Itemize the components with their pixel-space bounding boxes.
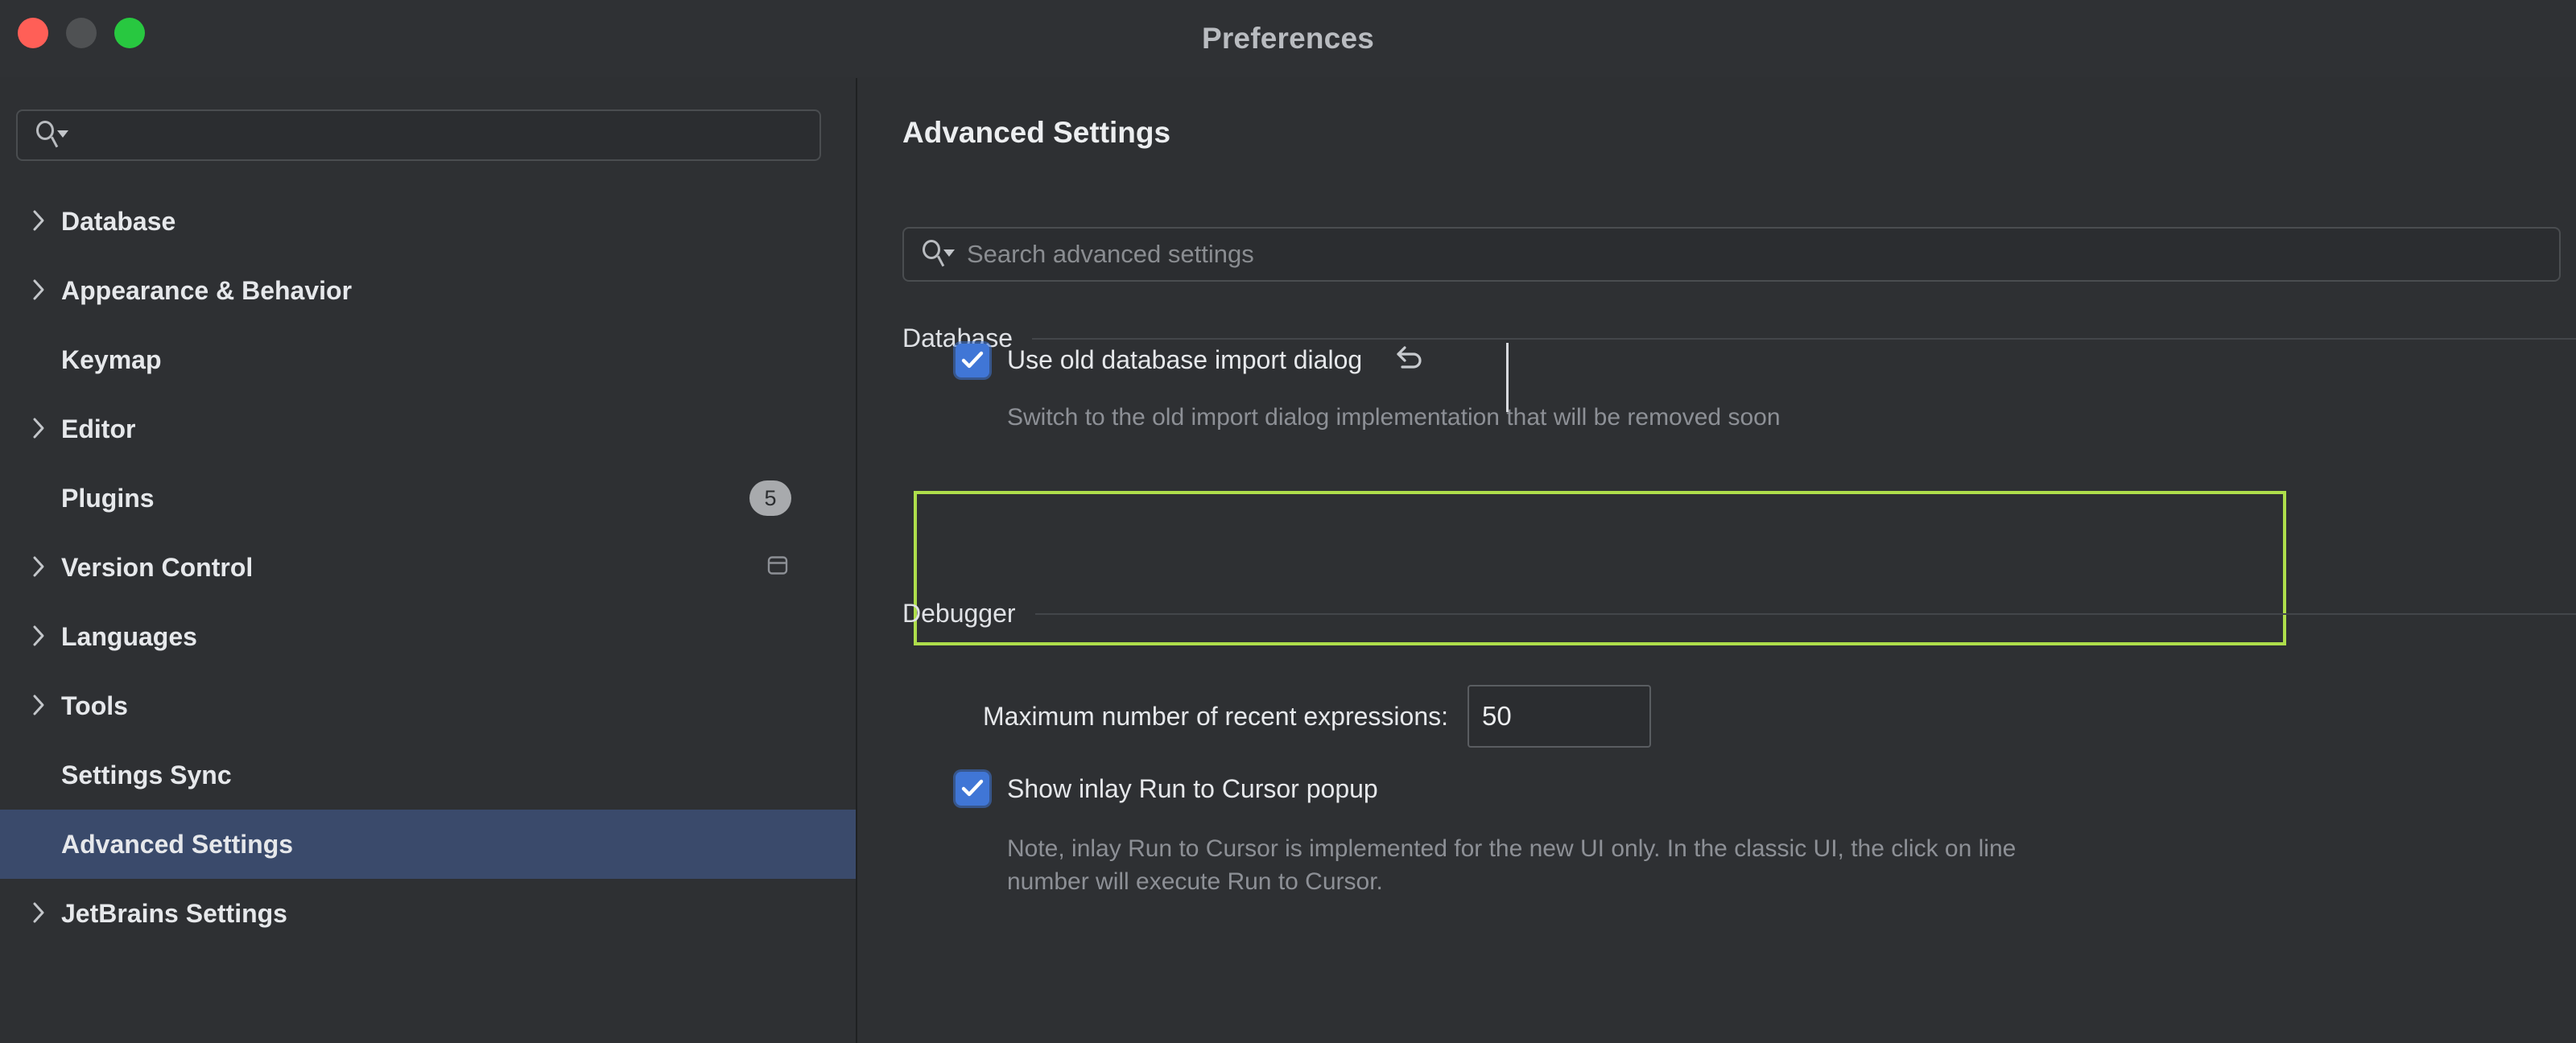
old-import-dialog-checkbox[interactable] — [956, 343, 989, 377]
sidebar-item-label: Tools — [61, 691, 128, 720]
old-import-dialog-label: Use old database import dialog — [1007, 345, 1363, 374]
title-bar: Preferences — [0, 0, 2576, 77]
sidebar-item-label: Database — [61, 206, 176, 236]
inlay-run-to-cursor-description: Note, inlay Run to Cursor is implemented… — [1007, 835, 2017, 895]
inlay-run-to-cursor-label: Show inlay Run to Cursor popup — [1007, 773, 1378, 803]
sidebar-item-label: Editor — [61, 414, 136, 443]
revert-icon[interactable] — [1394, 343, 1426, 377]
settings-sidebar: Database Appearance & Behavior Keymap Ed… — [0, 77, 856, 1043]
sidebar-item-settings-sync[interactable]: Settings Sync — [0, 740, 856, 810]
max-expressions-label: Maximum number of recent expressions: — [983, 701, 1448, 731]
sidebar-item-editor[interactable]: Editor — [0, 394, 856, 464]
sidebar-item-label: Keymap — [61, 344, 162, 374]
old-import-dialog-row[interactable]: Use old database import dialog — [956, 343, 1426, 377]
plugins-count-badge: 5 — [749, 480, 791, 516]
sidebar-item-plugins[interactable]: Plugins 5 — [0, 464, 856, 533]
sidebar-item-keymap[interactable]: Keymap — [0, 325, 856, 394]
window-title: Preferences — [1201, 22, 1375, 55]
sidebar-item-database[interactable]: Database — [0, 187, 856, 256]
settings-tree: Database Appearance & Behavior Keymap Ed… — [0, 187, 856, 948]
chevron-right-icon[interactable] — [31, 208, 61, 233]
sidebar-item-advanced-settings[interactable]: Advanced Settings — [0, 810, 856, 879]
chevron-right-icon[interactable] — [31, 416, 61, 440]
advanced-settings-panel: Advanced Settings Database Use old datab… — [857, 77, 2576, 1043]
advanced-search-box[interactable] — [902, 227, 2561, 282]
sidebar-item-label: Advanced Settings — [61, 829, 294, 859]
sidebar-item-label: Plugins — [61, 483, 155, 513]
old-import-dialog-description: Switch to the old import dialog implemen… — [1007, 404, 1781, 431]
page-title: Advanced Settings — [902, 116, 1171, 149]
advanced-search-input[interactable] — [957, 240, 2559, 269]
preferences-window: Preferences Database Appearance & Behavi… — [0, 0, 2576, 1043]
sidebar-item-jetbrains-settings[interactable]: JetBrains Settings — [0, 879, 856, 948]
sidebar-item-tools[interactable]: Tools — [0, 671, 856, 740]
max-expressions-input[interactable] — [1468, 685, 1651, 748]
sidebar-item-label: Version Control — [61, 552, 254, 582]
search-icon — [35, 119, 71, 151]
inlay-run-to-cursor-row[interactable]: Show inlay Run to Cursor popup — [956, 772, 1378, 806]
panel-icon — [766, 554, 790, 582]
sidebar-item-languages[interactable]: Languages — [0, 602, 856, 671]
group-header-debugger: Debugger — [902, 599, 2576, 629]
chevron-right-icon[interactable] — [31, 278, 61, 302]
group-label: Debugger — [902, 599, 1016, 628]
sidebar-search-input[interactable] — [71, 122, 819, 149]
chevron-right-icon[interactable] — [31, 624, 61, 648]
sidebar-item-label: Languages — [61, 621, 197, 651]
sidebar-item-label: Settings Sync — [61, 760, 232, 789]
sidebar-item-label: JetBrains Settings — [61, 898, 287, 928]
sidebar-item-version-control[interactable]: Version Control — [0, 533, 856, 602]
chevron-right-icon[interactable] — [31, 901, 61, 925]
search-icon — [922, 238, 957, 270]
sidebar-search-box[interactable] — [16, 109, 821, 161]
group-separator — [1034, 612, 2576, 615]
chevron-right-icon[interactable] — [31, 554, 61, 579]
chevron-right-icon[interactable] — [31, 693, 61, 717]
group-separator — [1031, 337, 2576, 340]
inlay-run-to-cursor-checkbox[interactable] — [956, 772, 989, 806]
sidebar-item-label: Appearance & Behavior — [61, 275, 353, 305]
sidebar-item-appearance-behavior[interactable]: Appearance & Behavior — [0, 256, 856, 325]
max-expressions-row: Maximum number of recent expressions: — [983, 685, 1651, 748]
